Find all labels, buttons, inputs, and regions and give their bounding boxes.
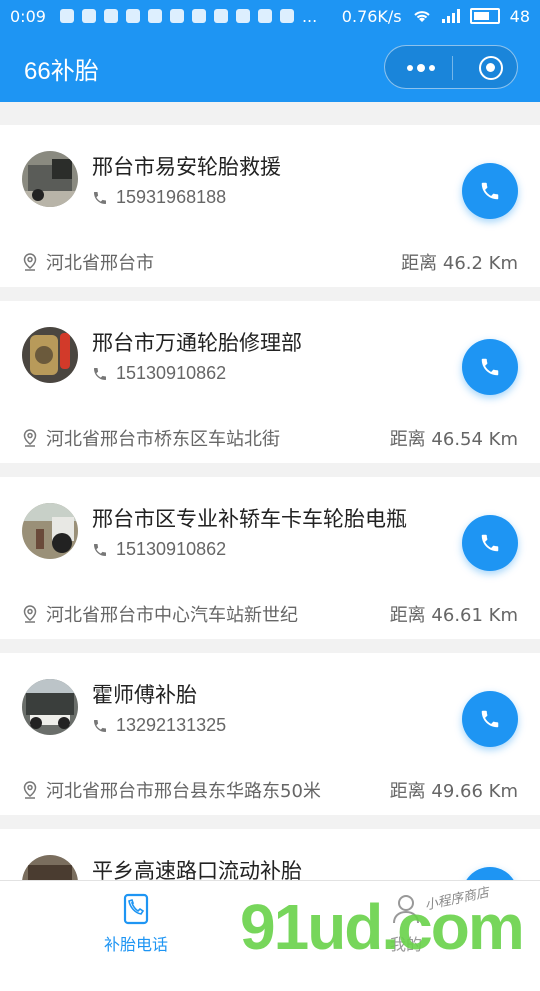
list-item[interactable]: 邢台市区专业补轿车卡车轮胎电瓶 15130910862 河北省邢台市中心汽车站新…: [0, 477, 540, 639]
status-bar: 0:09 ... 0.76K/s 48: [0, 0, 540, 32]
call-button[interactable]: [462, 339, 518, 395]
shop-name: 霍师傅补胎: [92, 683, 197, 707]
notification-icon: [147, 9, 162, 23]
tab-repair-phone[interactable]: 补胎电话: [66, 881, 206, 961]
close-miniprogram-icon[interactable]: [479, 56, 503, 80]
phone-icon: [481, 710, 499, 728]
shop-address: 河北省邢台市: [46, 253, 154, 274]
shop-distance: 距离 49.66 Km: [389, 781, 518, 802]
phone-book-icon: [123, 893, 149, 925]
shop-distance: 距离 46.54 Km: [389, 429, 518, 450]
location-pin-icon: [23, 253, 37, 271]
phone-icon: [94, 367, 106, 380]
shop-name: 邢台市区专业补轿车卡车轮胎电瓶: [92, 507, 407, 531]
notification-icon: [257, 9, 272, 23]
shop-avatar: [22, 679, 78, 735]
notification-icons: ...: [59, 6, 318, 26]
phone-icon: [94, 719, 106, 732]
battery-icon: [469, 8, 500, 24]
location-pin-icon: [23, 605, 37, 623]
network-speed: 0.76K/s: [341, 6, 402, 26]
notification-icon: [235, 9, 250, 23]
wifi-icon: [413, 11, 430, 22]
call-button[interactable]: [462, 515, 518, 571]
more-menu-icon[interactable]: [405, 58, 437, 78]
location-pin-icon: [23, 781, 37, 799]
notification-icon: [169, 9, 184, 23]
list-item[interactable]: 霍师傅补胎 13292131325 河北省邢台市邢台县东华路东50米 距离 49…: [0, 653, 540, 815]
status-time: 0:09: [10, 6, 46, 26]
shop-address: 河北省邢台市邢台县东华路东50米: [46, 781, 321, 802]
shop-name: 邢台市易安轮胎救援: [92, 155, 281, 179]
list-item[interactable]: 邢台市易安轮胎救援 15931968188 河北省邢台市 距离 46.2 Km: [0, 125, 540, 287]
call-button[interactable]: [462, 691, 518, 747]
shop-name: 邢台市万通轮胎修理部: [92, 331, 302, 355]
notification-icon: [81, 9, 96, 23]
shop-avatar: [22, 327, 78, 383]
page-title: 66补胎: [24, 58, 99, 85]
signal-icon: [441, 9, 460, 23]
notification-icon: [125, 9, 140, 23]
list-item[interactable]: 邢台市万通轮胎修理部 15130910862 河北省邢台市桥东区车站北街 距离 …: [0, 301, 540, 463]
notification-icon: [59, 9, 74, 23]
phone-icon: [94, 543, 106, 556]
phone-icon: [481, 182, 499, 200]
location-pin-icon: [23, 429, 37, 447]
call-button[interactable]: [462, 163, 518, 219]
shop-phone: 15130910862: [116, 363, 227, 383]
phone-icon: [94, 191, 106, 204]
shop-avatar: [22, 503, 78, 559]
more-notifications-icon: ...: [301, 6, 318, 26]
notification-icon: [279, 9, 294, 23]
battery-level: 48: [509, 6, 530, 26]
shop-phone: 15130910862: [116, 539, 227, 559]
phone-icon: [481, 358, 499, 376]
capsule-divider: [452, 56, 453, 80]
shop-phone: 15931968188: [116, 187, 227, 207]
shop-distance: 距离 46.2 Km: [401, 253, 518, 274]
notification-icon: [191, 9, 206, 23]
shop-distance: 距离 46.61 Km: [389, 605, 518, 626]
shop-phone: 13292131325: [116, 715, 227, 735]
phone-icon: [481, 534, 499, 552]
tab-label: 补胎电话: [103, 935, 168, 954]
notification-icon: [103, 9, 118, 23]
miniprogram-capsule: [384, 45, 518, 89]
title-bar: 66补胎: [0, 32, 540, 102]
shop-address: 河北省邢台市中心汽车站新世纪: [46, 605, 298, 626]
shop-avatar: [22, 151, 78, 207]
shop-address: 河北省邢台市桥东区车站北街: [46, 429, 280, 450]
notification-icon: [213, 9, 228, 23]
